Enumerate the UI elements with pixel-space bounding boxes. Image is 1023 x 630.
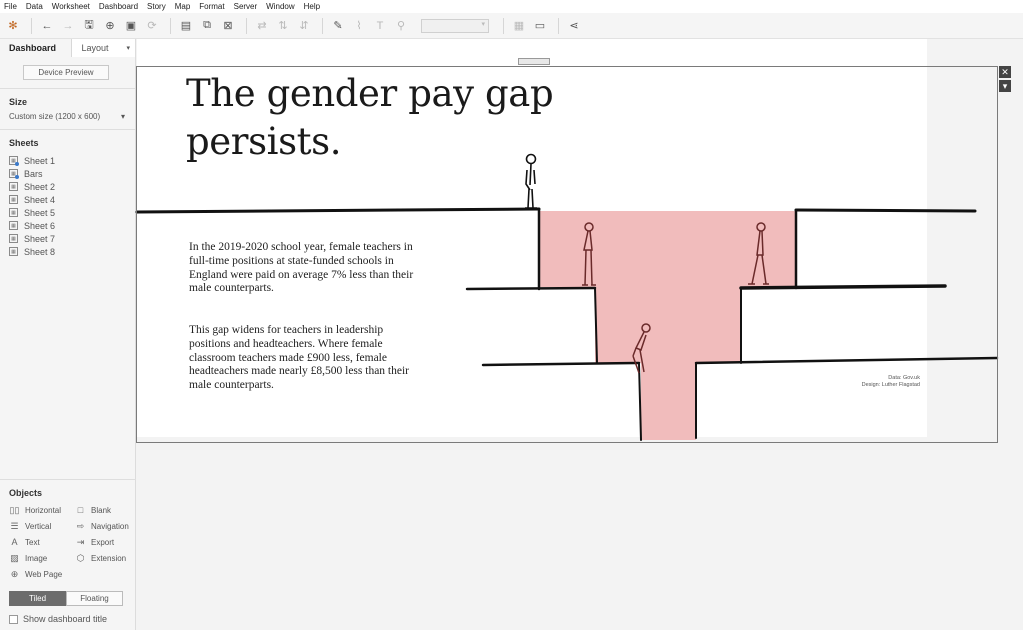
- dashboard-title: The gender pay gap persists.: [186, 72, 554, 163]
- credit-data: Data: Gov.uk: [888, 375, 920, 381]
- intro-paragraph: In the 2019-2020 school year, female tea…: [189, 241, 414, 295]
- close-icon[interactable]: ✕: [999, 66, 1011, 78]
- tableau-window: File Data Worksheet Dashboard Story Map …: [0, 0, 1023, 630]
- top-ground-line: [135, 207, 541, 214]
- lower-left-line: [481, 361, 641, 367]
- gap-fill-lower: [641, 363, 696, 440]
- middle-right-line: [739, 284, 947, 290]
- gap-fill-upper: [539, 211, 795, 287]
- chevron-down-icon[interactable]: ▾: [999, 80, 1011, 92]
- detail-paragraph: This gap widens for teachers in leadersh…: [189, 324, 410, 392]
- credits: Data: Gov.uk Design: Luther Flagstad: [820, 375, 920, 389]
- gap-fill-middle: [595, 287, 741, 363]
- right-step-top: [794, 208, 977, 213]
- credit-design: Design: Luther Flagstad: [861, 382, 920, 388]
- gap-fill-shapes: [539, 211, 795, 440]
- lower-left-wall: [638, 362, 642, 441]
- middle-left-line: [465, 286, 597, 291]
